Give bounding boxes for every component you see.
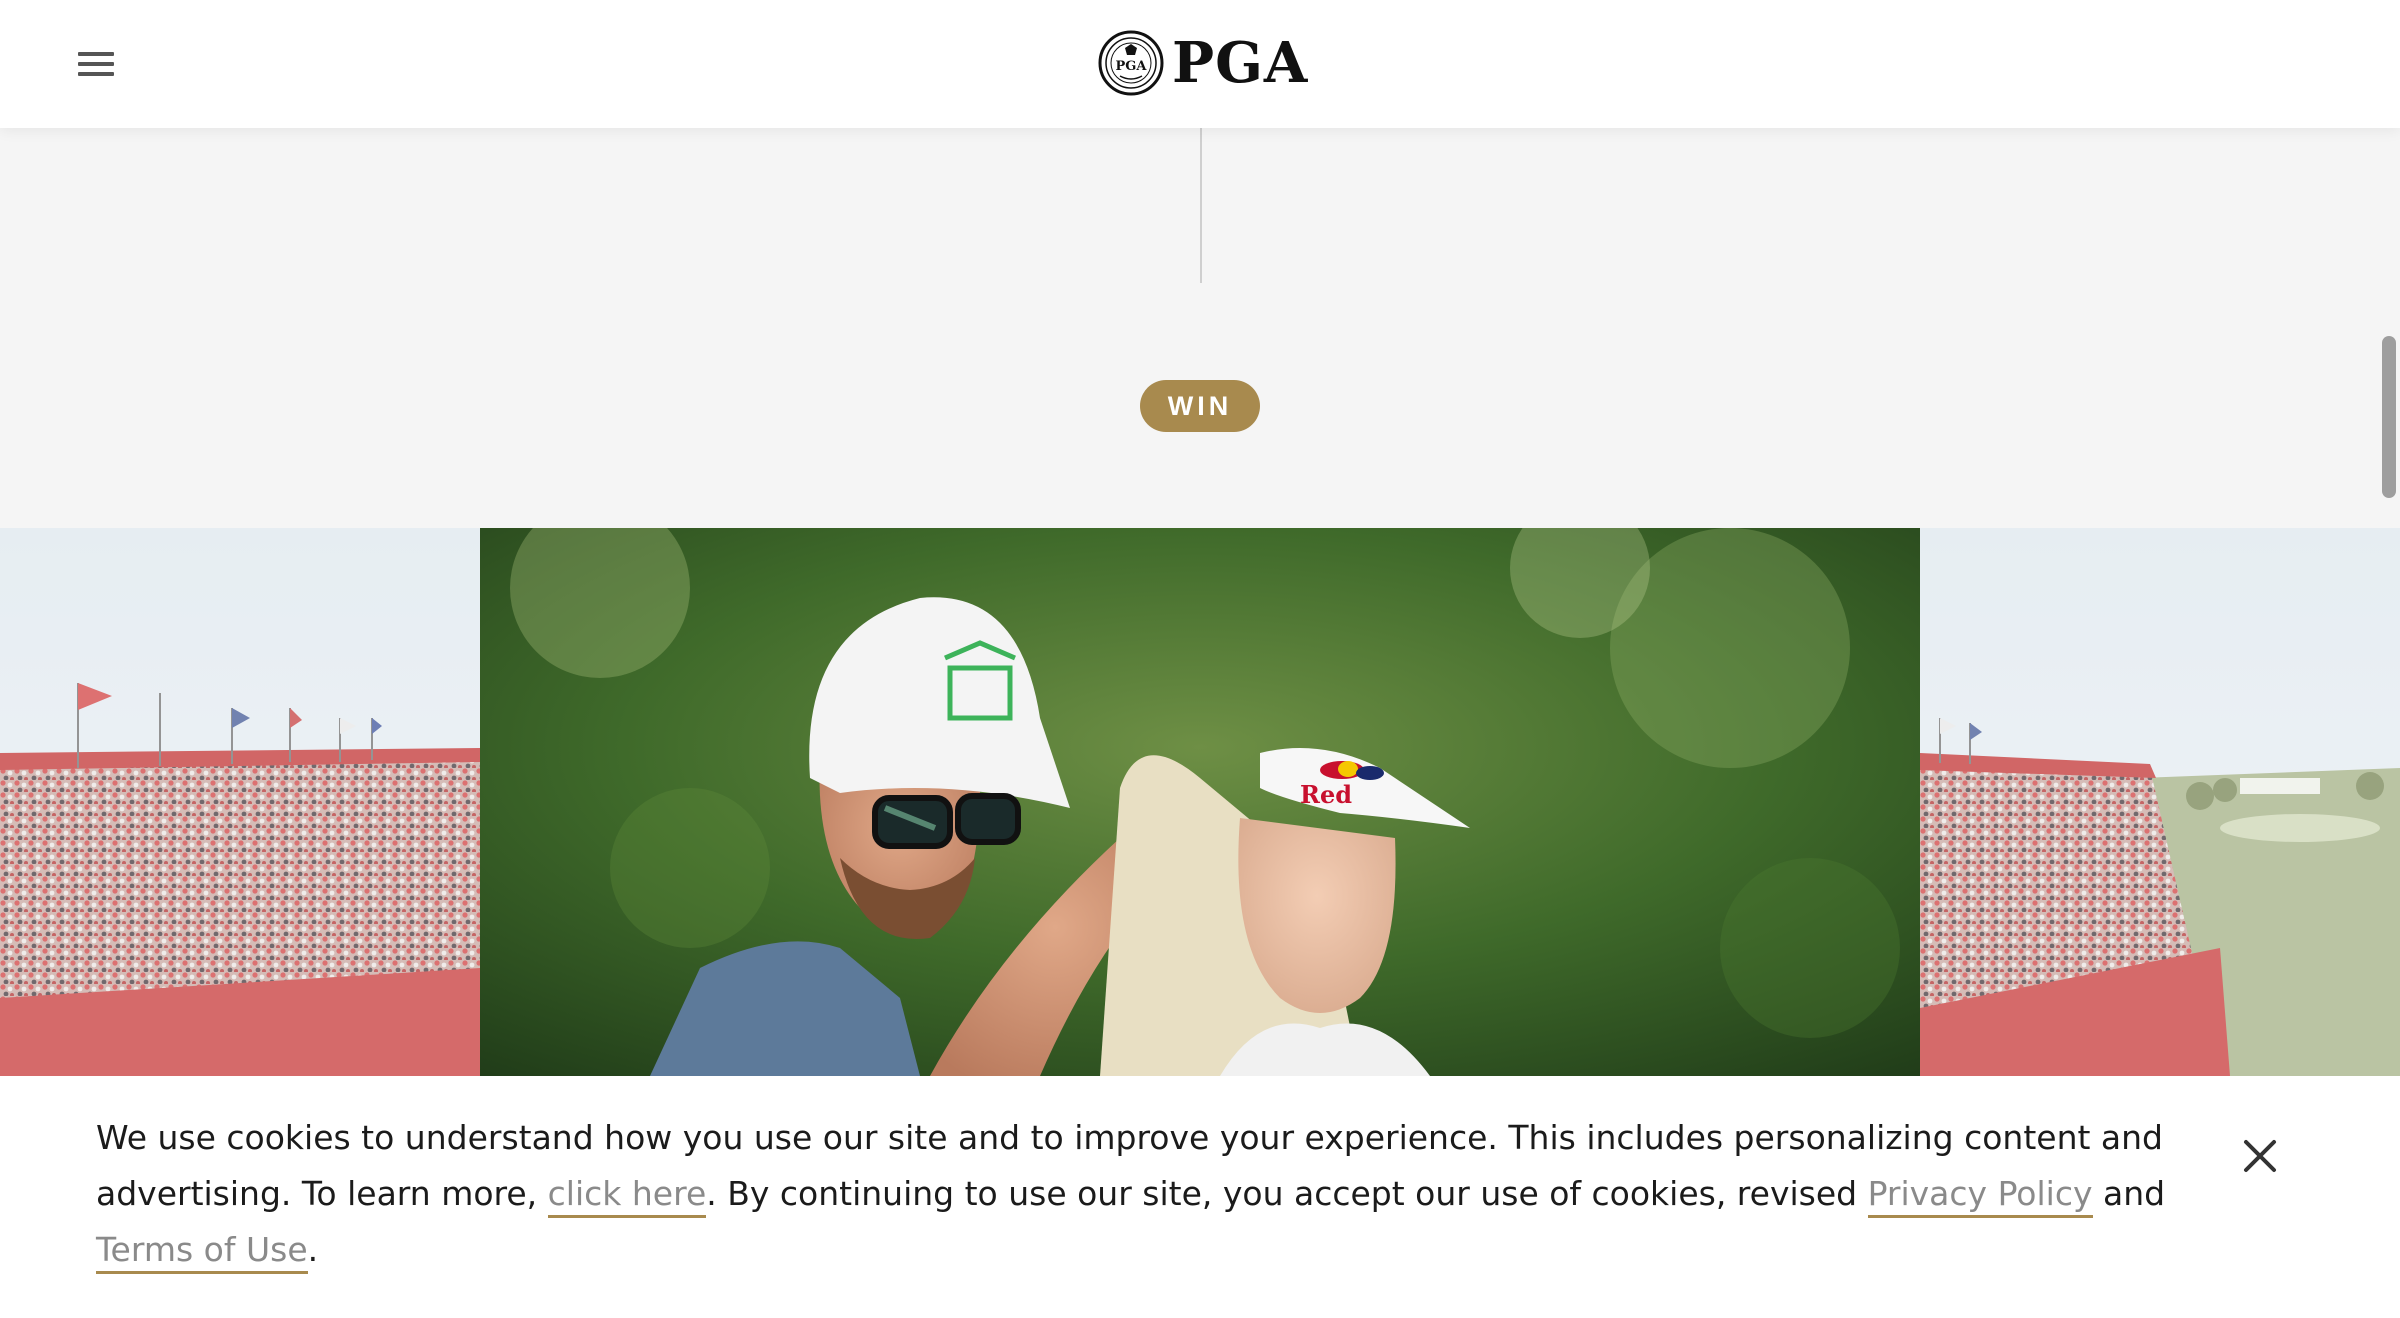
pga-logo[interactable]: PGA PGA — [1098, 30, 1308, 96]
cookie-text-middle: . By continuing to use our site, you acc… — [706, 1174, 1868, 1213]
svg-text:Red: Red — [1300, 780, 1352, 809]
privacy-policy-link[interactable]: Privacy Policy — [1867, 1174, 2093, 1218]
click-here-link[interactable]: click here — [547, 1174, 707, 1218]
win-badge: WIN — [1140, 380, 1260, 432]
hamburger-menu-icon[interactable] — [70, 46, 122, 82]
vertical-divider-line — [1200, 128, 1202, 283]
golfers-photo: Red — [480, 528, 1920, 1076]
pga-seal-icon: PGA — [1098, 30, 1164, 96]
site-header: PGA PGA — [0, 0, 2400, 128]
pga-seal-text: PGA — [1116, 59, 1148, 74]
cookie-message: We use cookies to understand how you use… — [96, 1110, 2206, 1278]
carousel-slide-current[interactable]: Red — [480, 528, 1920, 1076]
image-carousel: Red — [0, 528, 2400, 1076]
pga-wordmark: PGA — [1172, 30, 1309, 96]
carousel-slide-previous[interactable] — [0, 528, 480, 1076]
carousel-slide-next[interactable] — [1920, 528, 2400, 1076]
close-icon[interactable] — [2240, 1136, 2280, 1176]
crowd-stands-photo — [0, 528, 480, 1076]
cookie-banner: We use cookies to understand how you use… — [0, 1076, 2400, 1318]
cookie-text-and: and — [2092, 1174, 2166, 1213]
course-stands-photo — [1920, 528, 2400, 1076]
scrollbar-thumb[interactable] — [2382, 336, 2396, 498]
cookie-text-period: . — [307, 1230, 319, 1269]
terms-of-use-link[interactable]: Terms of Use — [96, 1230, 308, 1274]
